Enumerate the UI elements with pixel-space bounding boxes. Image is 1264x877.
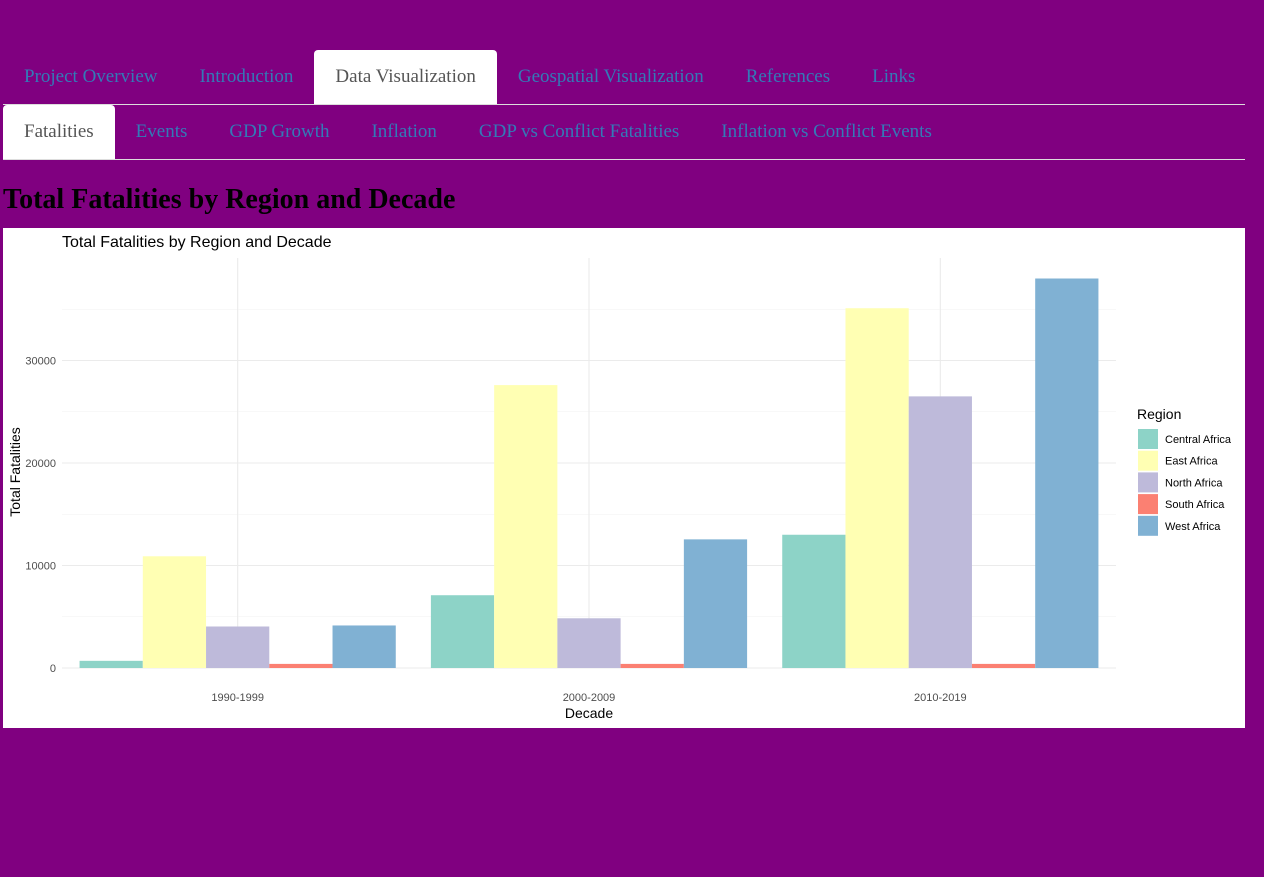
tab-introduction[interactable]: Introduction: [178, 50, 314, 104]
bar: [1035, 278, 1099, 668]
bar: [430, 595, 495, 668]
legend-swatch: [1138, 515, 1158, 536]
bar: [971, 663, 1036, 668]
bar: [142, 556, 207, 668]
main-tab-bar: Project Overview Introduction Data Visua…: [3, 50, 1245, 105]
bar: [557, 618, 621, 668]
y-tick-label: 10000: [25, 561, 56, 573]
tab-data-visualization[interactable]: Data Visualization: [314, 50, 497, 104]
bar: [206, 626, 270, 668]
tab-geospatial-visualization[interactable]: Geospatial Visualization: [497, 50, 725, 104]
bar: [79, 660, 143, 668]
legend-swatch: [1138, 429, 1158, 449]
bar: [269, 663, 333, 668]
x-axis-title: Decade: [565, 705, 613, 721]
bar: [908, 396, 972, 668]
legend: Region Central Africa East Africa North Afr…: [1137, 406, 1232, 536]
subtab-inflation[interactable]: Inflation: [350, 105, 457, 159]
y-tick-label: 30000: [25, 356, 56, 368]
bar: [782, 534, 846, 668]
legend-swatch: [1138, 472, 1158, 493]
chart-title: Total Fatalities by Region and Decade: [62, 234, 332, 251]
page-title: Total Fatalities by Region and Decade: [3, 184, 456, 215]
subtab-fatalities[interactable]: Fatalities: [3, 105, 115, 159]
legend-label: East Africa: [1165, 456, 1218, 468]
x-tick-label: 1990-1999: [211, 692, 264, 704]
legend-label: North Africa: [1165, 477, 1223, 489]
y-axis-title: Total Fatalities: [7, 427, 23, 516]
sub-tab-bar: Fatalities Events GDP Growth Inflation G…: [3, 105, 1245, 160]
bar: [494, 385, 558, 668]
legend-label: Central Africa: [1165, 434, 1232, 446]
x-tick-label: 2010-2019: [914, 692, 967, 704]
y-tick-label: 20000: [25, 458, 56, 470]
legend-label: South Africa: [1165, 499, 1225, 511]
legend-label: West Africa: [1165, 521, 1221, 533]
chart-panel: 0 10000 20000 30000 1990-1999 2000-2009 2010-2…: [3, 228, 1245, 728]
y-tick-label: 0: [50, 663, 56, 675]
tab-project-overview[interactable]: Project Overview: [3, 50, 178, 104]
x-tick-label: 2000-2009: [563, 692, 616, 704]
bar-chart: 0 10000 20000 30000 1990-1999 2000-2009 2010-2…: [7, 234, 1232, 721]
subtab-inflation-vs-conflict-events[interactable]: Inflation vs Conflict Events: [700, 105, 953, 159]
legend-swatch: [1138, 494, 1158, 515]
bar: [620, 663, 684, 668]
subtab-events[interactable]: Events: [115, 105, 209, 159]
legend-title: Region: [1137, 406, 1181, 422]
bar: [683, 539, 748, 668]
subtab-gdp-growth[interactable]: GDP Growth: [208, 105, 350, 159]
subtab-gdp-vs-conflict-fatalities[interactable]: GDP vs Conflict Fatalities: [458, 105, 700, 159]
tab-links[interactable]: Links: [851, 50, 936, 104]
bar: [845, 308, 909, 668]
bar: [332, 625, 396, 668]
tab-references[interactable]: References: [725, 50, 851, 104]
legend-swatch: [1138, 450, 1158, 471]
